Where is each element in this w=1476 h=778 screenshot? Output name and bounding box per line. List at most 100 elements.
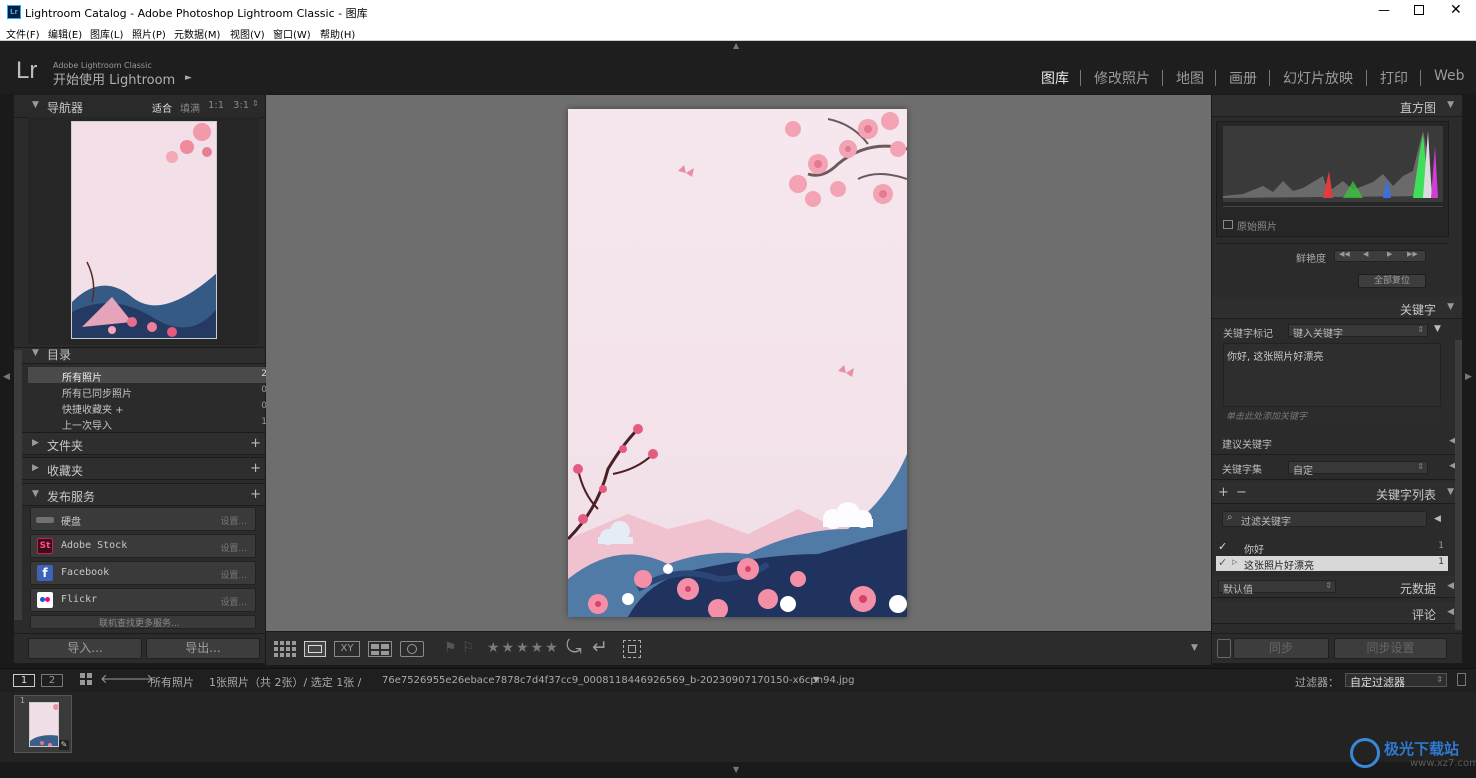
catalog-header[interactable]: ▼ 目录 <box>14 347 265 364</box>
collapse-top-icon[interactable]: ▲ <box>733 41 739 50</box>
minimize-icon[interactable]: — <box>1378 3 1390 17</box>
keyword-check-icon[interactable]: ✓ <box>1218 556 1227 569</box>
flag-reject-icon[interactable]: ⚐ <box>462 640 475 656</box>
screen-2-button[interactable]: 2 <box>41 674 63 687</box>
module-slideshow[interactable]: 幻灯片放映 <box>1283 68 1353 88</box>
star-icons[interactable]: ★★★★★ <box>487 640 560 656</box>
toolbar-options-icon[interactable]: ▼ <box>1191 643 1198 653</box>
metadata-preset-dropdown[interactable]: 默认值 ⇕ <box>1218 580 1336 596</box>
grid-view-icon[interactable] <box>274 641 296 657</box>
module-print[interactable]: 打印 <box>1380 68 1408 88</box>
metadata-header[interactable]: 默认值 ⇕ 元数据 ◀ <box>1212 576 1462 598</box>
keyword-check-icon[interactable]: ✓ <box>1218 540 1227 553</box>
filter-dropdown[interactable]: 自定过滤器 ⇕ <box>1345 673 1447 689</box>
expand-triangle-icon[interactable]: ▷ <box>1232 558 1237 566</box>
collections-header[interactable]: ▶ 收藏夹 + <box>14 457 265 480</box>
collapse-triangle-icon[interactable]: ▼ <box>32 489 39 499</box>
publish-service-flickr[interactable]: Flickr 设置... <box>30 588 256 612</box>
menu-window[interactable]: 窗口(W) <box>273 26 311 41</box>
menu-library[interactable]: 图库(L) <box>90 26 123 41</box>
loupe-view-icon[interactable] <box>304 641 326 657</box>
add-folder-icon[interactable]: + <box>250 436 261 451</box>
menu-view[interactable]: 视图(V) <box>230 26 265 41</box>
people-view-icon[interactable] <box>400 641 424 657</box>
original-photo-checkbox[interactable] <box>1223 220 1233 229</box>
keyword-badge-icon[interactable]: ✎ <box>59 740 69 750</box>
collapse-triangle-icon[interactable]: ▼ <box>32 100 39 110</box>
screen-1-button[interactable]: 1 <box>13 674 35 687</box>
start-arrow-icon[interactable]: ► <box>185 73 192 83</box>
filter-lock-icon[interactable] <box>1457 673 1466 686</box>
filename-dropdown-icon[interactable]: ▼ <box>813 675 819 684</box>
left-panel-toggle-icon[interactable]: ◀ <box>3 372 10 382</box>
expand-triangle-icon[interactable]: ◀ <box>1447 607 1454 617</box>
collapse-bottom-icon[interactable]: ▼ <box>733 765 739 774</box>
keyword-list-item-selected[interactable]: ✓ ▷ 这张照片好漂亮 1 <box>1216 556 1448 572</box>
folders-header[interactable]: ▶ 文件夹 + <box>14 432 265 455</box>
add-publish-service-icon[interactable]: + <box>250 487 261 502</box>
service-settings[interactable]: 设置... <box>220 514 247 527</box>
add-keyword-icon[interactable]: + <box>1218 485 1229 500</box>
star-rating[interactable]: ★★★★★ <box>487 640 561 656</box>
collapse-triangle-icon[interactable]: ▼ <box>32 348 39 358</box>
expand-triangle-icon[interactable]: ▶ <box>32 438 39 448</box>
compare-view-icon[interactable]: XY <box>334 641 360 657</box>
expand-triangle-icon[interactable]: ▶ <box>32 463 39 473</box>
start-text[interactable]: 开始使用 Lightroom <box>53 69 175 88</box>
sync-settings-button[interactable]: 同步设置 <box>1334 638 1447 659</box>
menu-file[interactable]: 文件(F) <box>6 26 40 41</box>
service-settings[interactable]: 设置... <box>220 595 247 608</box>
right-panel-scrollbar[interactable] <box>1455 340 1462 630</box>
remove-keyword-icon[interactable]: − <box>1236 485 1247 500</box>
add-collection-icon[interactable]: + <box>250 461 261 476</box>
menu-edit[interactable]: 编辑(E) <box>48 26 82 41</box>
module-develop[interactable]: 修改照片 <box>1094 68 1150 88</box>
reset-all-button[interactable]: 全部复位 <box>1358 274 1426 288</box>
catalog-row-previous-import[interactable]: 上一次导入 1 <box>28 415 273 432</box>
zoom-fit[interactable]: 适合 <box>152 100 172 115</box>
module-map[interactable]: 地图 <box>1176 68 1204 88</box>
publish-service-hard-drive[interactable]: 硬盘 设置... <box>30 507 256 531</box>
catalog-row-synced[interactable]: 所有已同步照片 0 <box>28 383 273 400</box>
collapse-triangle-icon[interactable]: ▼ <box>1447 487 1454 497</box>
service-settings[interactable]: 设置... <box>220 541 247 554</box>
module-library[interactable]: 图库 <box>1041 68 1069 88</box>
export-button[interactable]: 导出... <box>146 638 260 659</box>
rotate-left-icon[interactable]: ⤿ <box>566 636 582 658</box>
comments-header[interactable]: 评论 ◀ <box>1212 602 1462 624</box>
service-settings[interactable]: 设置... <box>220 568 247 581</box>
add-keyword-field[interactable]: 单击此处添加关键字 <box>1223 409 1441 422</box>
left-panel-scrollbar[interactable] <box>14 350 22 620</box>
expand-triangle-icon[interactable]: ◀ <box>1447 581 1454 591</box>
zoom-fill[interactable]: 填满 <box>180 100 200 115</box>
sync-button[interactable]: 同步 <box>1233 638 1329 659</box>
publish-service-adobe-stock[interactable]: St Adobe Stock 设置... <box>30 534 256 558</box>
flag-pick-icon[interactable]: ⚑ <box>444 640 457 656</box>
zoom-1-1[interactable]: 1:1 <box>208 100 224 111</box>
maximize-icon[interactable] <box>1414 5 1424 15</box>
expand-triangle-icon[interactable]: ▼ <box>1434 324 1441 334</box>
keyword-list-header[interactable]: + − 关键字列表 ▼ <box>1212 482 1462 504</box>
keyword-filter-input[interactable]: ⌕ 过滤关键字 <box>1222 511 1427 528</box>
keyword-tags-textarea[interactable]: 你好, 这张照片好漂亮 <box>1223 343 1441 407</box>
menu-help[interactable]: 帮助(H) <box>320 26 355 41</box>
keywording-header[interactable]: 关键字 ▼ <box>1212 297 1462 319</box>
menu-photo[interactable]: 照片(P) <box>132 26 166 41</box>
zoom-stepper-icon[interactable]: ⇕ <box>252 99 259 108</box>
keyword-list-item[interactable]: ✓ 你好 1 <box>1216 540 1448 556</box>
navigator-thumbnail[interactable] <box>71 121 217 339</box>
keyword-set-dropdown[interactable]: 自定 ⇕ <box>1288 461 1428 477</box>
rotate-right-icon[interactable]: ↵ <box>592 636 608 658</box>
survey-view-icon[interactable] <box>368 641 392 657</box>
navigator-header[interactable]: ▼ 导航器 适合 填满 1:1 3:1 ⇕ <box>14 95 265 118</box>
module-book[interactable]: 画册 <box>1229 68 1257 88</box>
publish-service-facebook[interactable]: f Facebook 设置... <box>30 561 256 585</box>
filmstrip-filename[interactable]: 76e7526955e26ebace7878c7d4f37cc9_0008118… <box>382 675 854 686</box>
grid-icon[interactable] <box>80 673 93 689</box>
find-more-services-button[interactable]: 联机查找更多服务... <box>30 615 256 629</box>
saturation-stepper[interactable]: ◀◀ ◀ ▶ ▶▶ <box>1334 250 1426 262</box>
module-web[interactable]: Web <box>1434 68 1465 84</box>
zoom-3-1[interactable]: 3:1 <box>233 100 249 111</box>
close-icon[interactable]: ✕ <box>1450 2 1462 18</box>
publish-header[interactable]: ▼ 发布服务 + <box>14 483 265 506</box>
